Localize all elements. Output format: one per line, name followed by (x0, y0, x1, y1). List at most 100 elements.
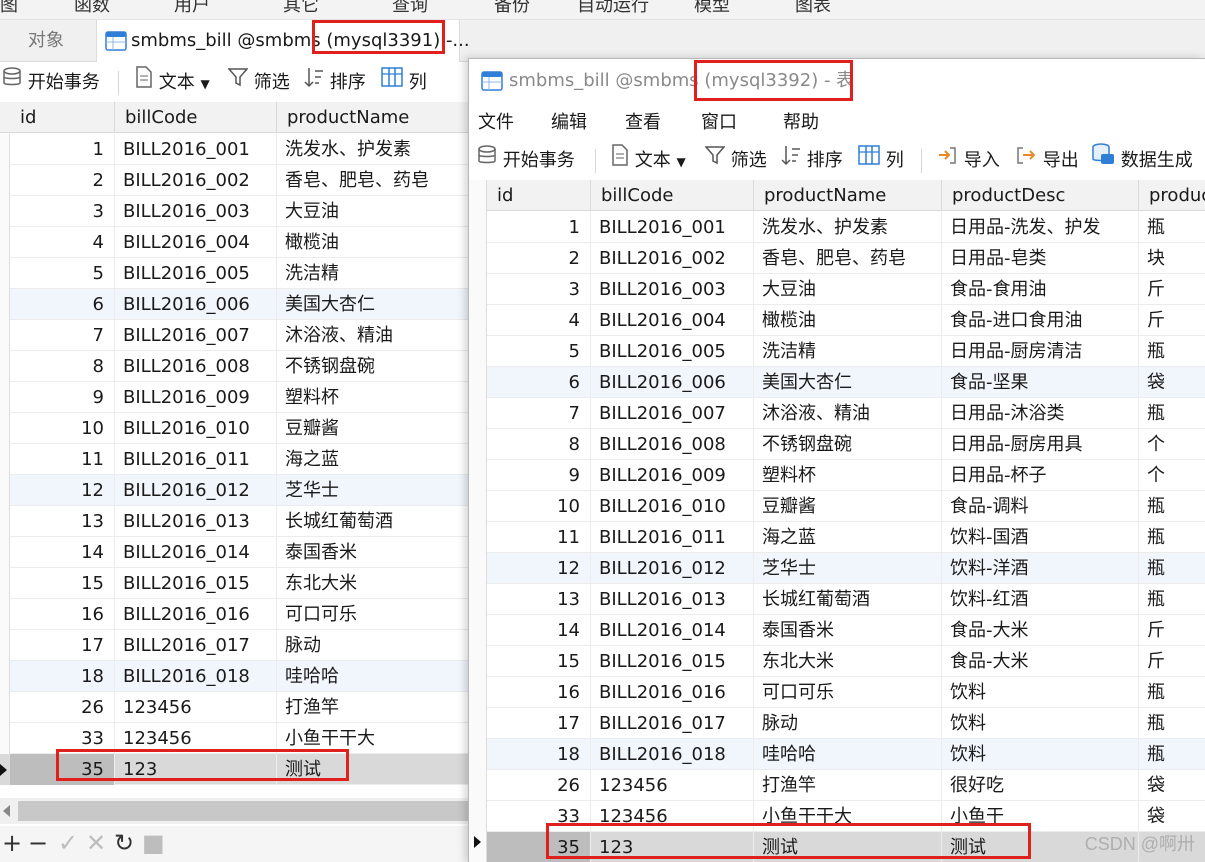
cell-productunit[interactable]: 个 (1139, 460, 1205, 491)
cell-productname[interactable]: 长城红葡萄酒 (754, 584, 942, 615)
cell-productname[interactable]: 香皂、肥皂、药皂 (277, 165, 470, 196)
begin-transaction-button[interactable]: 开始事务 (477, 142, 575, 180)
cell-billcode[interactable]: BILL2016_008 (591, 429, 754, 460)
filter-button[interactable]: 筛选 (704, 142, 767, 180)
cell-billcode[interactable]: BILL2016_013 (115, 506, 277, 537)
cell-id[interactable]: 14 (10, 537, 115, 568)
table-row[interactable]: 16 BILL2016_016 可口可乐 饮料瓶 (487, 677, 1205, 708)
cell-productdesc[interactable]: 日用品-皂类 (942, 243, 1139, 274)
cell-productdesc[interactable]: 食品-坚果 (942, 367, 1139, 398)
cell-billcode[interactable]: 123 (591, 832, 754, 862)
cell-productname[interactable]: 塑料杯 (277, 382, 470, 413)
cell-billcode[interactable]: 123 (115, 754, 277, 785)
cell-billcode[interactable]: BILL2016_014 (591, 615, 754, 646)
menu-item-query[interactable]: 查询 (392, 0, 428, 17)
table-row[interactable]: 4 BILL2016_004 橄榄油 食品-进口食用油斤 (487, 305, 1205, 336)
columns-button[interactable]: 列 (858, 142, 904, 180)
table-row[interactable]: 15 BILL2016_015 东北大米 食品-大米斤 (487, 646, 1205, 677)
table-row[interactable]: 10 BILL2016_010 豆瓣酱 食品-调料瓶 (487, 491, 1205, 522)
column-header-productunit[interactable]: produc (1139, 180, 1205, 211)
cell-billcode[interactable]: BILL2016_006 (115, 289, 277, 320)
refresh-button[interactable]: ↻ (114, 828, 134, 858)
column-header-productname[interactable]: productName (754, 180, 942, 211)
table-row[interactable]: 17 BILL2016_017 脉动 (0, 630, 470, 661)
cell-productdesc[interactable]: 食品-调料 (942, 491, 1139, 522)
cell-id[interactable]: 3 (10, 196, 115, 227)
cell-productname[interactable]: 测试 (754, 832, 942, 862)
table-row[interactable]: 2 BILL2016_002 香皂、肥皂、药皂 日用品-皂类块 (487, 243, 1205, 274)
add-record-button[interactable]: + (2, 828, 22, 858)
table-row[interactable]: 4 BILL2016_004 橄榄油 (0, 227, 470, 258)
horizontal-scrollbar[interactable] (0, 798, 470, 824)
cell-productname[interactable]: 洗发水、护发素 (754, 212, 942, 243)
cell-billcode[interactable]: BILL2016_013 (591, 584, 754, 615)
cell-productunit[interactable]: 瓶 (1139, 398, 1205, 429)
cell-id[interactable]: 6 (10, 289, 115, 320)
columns-button[interactable]: 列 (381, 64, 427, 102)
delete-record-button[interactable]: − (28, 828, 48, 858)
cell-productname[interactable]: 打渔竿 (277, 692, 470, 723)
cell-productname[interactable]: 打渔竿 (754, 770, 942, 801)
data-generation-button[interactable]: 数据生成 (1091, 142, 1193, 180)
tab-objects[interactable]: 对象 (0, 20, 92, 62)
cell-productname[interactable]: 小鱼干干大 (754, 801, 942, 832)
cell-id[interactable]: 9 (487, 460, 591, 491)
cell-billcode[interactable]: 123456 (591, 801, 754, 832)
cell-billcode[interactable]: BILL2016_018 (115, 661, 277, 692)
cell-billcode[interactable]: BILL2016_012 (591, 553, 754, 584)
cell-productname[interactable]: 测试 (277, 754, 470, 785)
cell-productname[interactable]: 沐浴液、精油 (754, 398, 942, 429)
cell-billcode[interactable]: BILL2016_017 (115, 630, 277, 661)
cell-billcode[interactable]: BILL2016_005 (115, 258, 277, 289)
cell-productdesc[interactable]: 饮料-国酒 (942, 522, 1139, 553)
table-row[interactable]: 14 BILL2016_014 泰国香米 (0, 537, 470, 568)
cell-billcode[interactable]: BILL2016_004 (115, 227, 277, 258)
cell-productunit[interactable]: 斤 (1139, 646, 1205, 677)
cell-productname[interactable]: 海之蓝 (754, 522, 942, 553)
column-header-productname[interactable]: productName (277, 102, 470, 133)
menu-edit[interactable]: 编辑 (551, 103, 587, 143)
cell-billcode[interactable]: BILL2016_009 (115, 382, 277, 413)
export-button[interactable]: 导出 (1015, 142, 1079, 180)
cell-productname[interactable]: 可口可乐 (277, 599, 470, 630)
cell-productdesc[interactable]: 食品-大米 (942, 646, 1139, 677)
menu-help[interactable]: 帮助 (783, 103, 819, 143)
table-row[interactable]: 9 BILL2016_009 塑料杯 (0, 382, 470, 413)
cell-productname[interactable]: 美国大杏仁 (754, 367, 942, 398)
table-row[interactable]: 5 BILL2016_005 洗洁精 日用品-厨房清洁瓶 (487, 336, 1205, 367)
cell-productunit[interactable]: 瓶 (1139, 708, 1205, 739)
cell-id[interactable]: 33 (487, 801, 591, 832)
menu-file[interactable]: 文件 (478, 103, 514, 143)
column-header-billcode[interactable]: billCode (591, 180, 754, 211)
cell-productname[interactable]: 芝华士 (277, 475, 470, 506)
text-button[interactable]: 文本 ▼ (135, 64, 210, 102)
table-row[interactable]: 10 BILL2016_010 豆瓣酱 (0, 413, 470, 444)
cell-productname[interactable]: 泰国香米 (277, 537, 470, 568)
table-row[interactable]: 1 BILL2016_001 洗发水、护发素 日用品-洗发、护发瓶 (487, 212, 1205, 243)
cell-productdesc[interactable]: 很好吃 (942, 770, 1139, 801)
table-row[interactable]: 17 BILL2016_017 脉动 饮料瓶 (487, 708, 1205, 739)
cell-id[interactable]: 7 (487, 398, 591, 429)
sort-button[interactable]: 排序 (304, 64, 366, 102)
cell-billcode[interactable]: BILL2016_016 (591, 677, 754, 708)
table-row[interactable]: 6 BILL2016_006 美国大杏仁 食品-坚果袋 (487, 367, 1205, 398)
table-row[interactable]: 7 BILL2016_007 沐浴液、精油 (0, 320, 470, 351)
cell-id[interactable]: 13 (487, 584, 591, 615)
cell-productunit[interactable]: 斤 (1139, 274, 1205, 305)
table-row[interactable]: 1 BILL2016_001 洗发水、护发素 (0, 134, 470, 165)
cell-productdesc[interactable]: 食品-食用油 (942, 274, 1139, 305)
cell-id[interactable]: 9 (10, 382, 115, 413)
cell-billcode[interactable]: BILL2016_010 (115, 413, 277, 444)
cell-productdesc[interactable]: 小鱼干 (942, 801, 1139, 832)
menu-item-other[interactable]: 其它 (283, 0, 319, 17)
table-row[interactable]: 3 BILL2016_003 大豆油 (0, 196, 470, 227)
cell-id[interactable]: 2 (10, 165, 115, 196)
cell-id[interactable]: 35 (487, 832, 591, 862)
cell-productname[interactable]: 东北大米 (277, 568, 470, 599)
table-row[interactable]: 3 BILL2016_003 大豆油 食品-食用油斤 (487, 274, 1205, 305)
cell-billcode[interactable]: BILL2016_011 (115, 444, 277, 475)
cell-id[interactable]: 18 (10, 661, 115, 692)
menu-item-truncated[interactable]: 图 (0, 0, 18, 17)
cell-productname[interactable]: 脉动 (277, 630, 470, 661)
front-window-titlebar[interactable]: smbms_bill @smbms (mysql3392) - 表 (469, 59, 1205, 103)
